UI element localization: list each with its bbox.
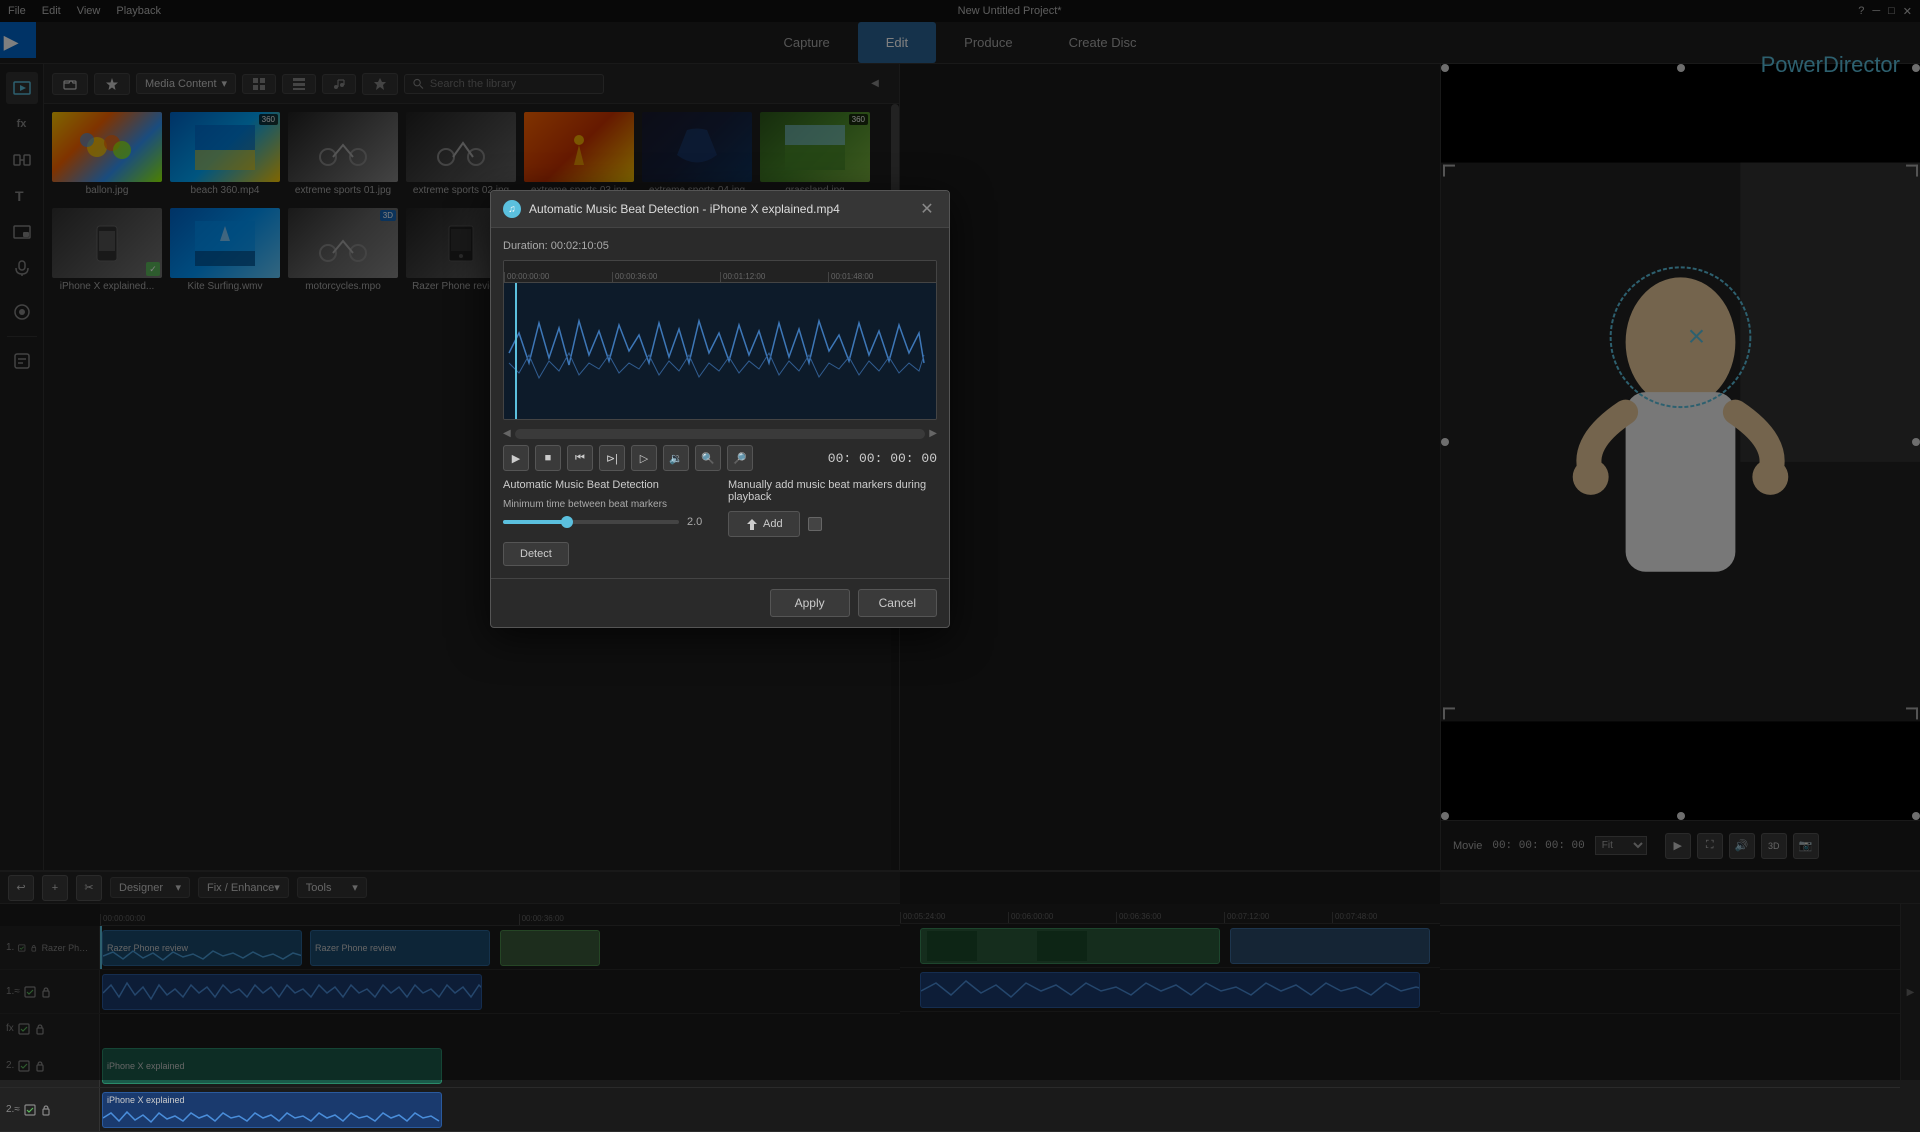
slider-thumb[interactable] — [561, 516, 573, 528]
manual-section-title: Manually add music beat markers during p… — [728, 479, 937, 503]
detect-btn[interactable]: Detect — [503, 542, 569, 566]
track-checkbox-icon[interactable] — [24, 1104, 36, 1116]
beat-slider[interactable] — [503, 520, 679, 524]
cancel-btn[interactable]: Cancel — [858, 589, 937, 617]
slider-fill — [503, 520, 565, 524]
modal-stop-btn[interactable]: ■ — [535, 445, 561, 471]
add-row: Add — [728, 511, 937, 537]
modal-prev-btn[interactable]: ⏮ — [567, 445, 593, 471]
beat-value: 2.0 — [687, 516, 712, 528]
auto-section: Automatic Music Beat Detection Minimum t… — [503, 479, 712, 566]
waveform-scrollbar-row: ◀ ▶ — [503, 428, 937, 439]
modal-footer: Apply Cancel — [491, 578, 949, 627]
modal-title: Automatic Music Beat Detection - iPhone … — [529, 202, 840, 216]
waveform-scrollbar[interactable] — [515, 429, 926, 439]
waveform-container: 00:00:00:00 00:00:36:00 00:01:12:00 00:0… — [503, 260, 937, 420]
modal-next-btn[interactable]: ▷ — [631, 445, 657, 471]
auto-advance-checkbox[interactable] — [808, 517, 822, 531]
waveform-svg — [504, 283, 936, 419]
waveform-ruler: 00:00:00:00 00:00:36:00 00:01:12:00 00:0… — [504, 261, 936, 283]
beat-detection-modal: ♫ Automatic Music Beat Detection - iPhon… — [490, 190, 950, 628]
track-audio-2: 2.≈ iPhone X explained — [0, 1088, 1900, 1132]
add-section: Add — [728, 511, 937, 537]
scroll-left-icon[interactable]: ◀ — [503, 428, 511, 439]
modal-body: Duration: 00:02:10:05 00:00:00:00 00:00:… — [491, 228, 949, 578]
audio-waveform-iphone — [103, 1107, 441, 1128]
modal-overlay: ♫ Automatic Music Beat Detection - iPhon… — [0, 0, 1920, 1080]
auto-section-title: Automatic Music Beat Detection — [503, 479, 712, 491]
modal-close-btn[interactable]: ✕ — [917, 199, 937, 219]
modal-vol-btn[interactable]: 🔉 — [663, 445, 689, 471]
modal-time-display: 00: 00: 00: 00 — [828, 451, 937, 466]
modal-mark-btn[interactable]: ⊳| — [599, 445, 625, 471]
manual-section: Manually add music beat markers during p… — [728, 479, 937, 566]
modal-title-left: ♫ Automatic Music Beat Detection - iPhon… — [503, 200, 840, 218]
add-btn-icon — [745, 517, 759, 531]
modal-music-icon: ♫ — [503, 200, 521, 218]
modal-sections: Automatic Music Beat Detection Minimum t… — [503, 479, 937, 566]
modal-play-btn[interactable]: ▶ — [503, 445, 529, 471]
beat-slider-row: 2.0 — [503, 516, 712, 528]
track-body-2a: iPhone X explained — [100, 1088, 1900, 1131]
modal-duration: Duration: 00:02:10:05 — [503, 240, 937, 252]
beat-label: Minimum time between beat markers — [503, 499, 712, 510]
modal-title-bar: ♫ Automatic Music Beat Detection - iPhon… — [491, 191, 949, 228]
beat-control: Minimum time between beat markers 2.0 De… — [503, 499, 712, 566]
modal-zoom-in-btn[interactable]: 🔎 — [727, 445, 753, 471]
audio-clip-iphone[interactable]: iPhone X explained — [102, 1092, 442, 1128]
track-header-2a: 2.≈ — [0, 1088, 100, 1131]
apply-btn[interactable]: Apply — [770, 589, 850, 617]
add-marker-btn[interactable]: Add — [728, 511, 800, 537]
playback-controls: ▶ ■ ⏮ ⊳| ▷ 🔉 🔍 🔎 00: 00: 00: 00 — [503, 445, 937, 471]
scroll-right-icon[interactable]: ▶ — [929, 428, 937, 439]
modal-zoom-out-btn[interactable]: 🔍 — [695, 445, 721, 471]
track-lock-icon[interactable] — [40, 1104, 52, 1116]
detect-btn-container: Detect — [503, 542, 712, 566]
